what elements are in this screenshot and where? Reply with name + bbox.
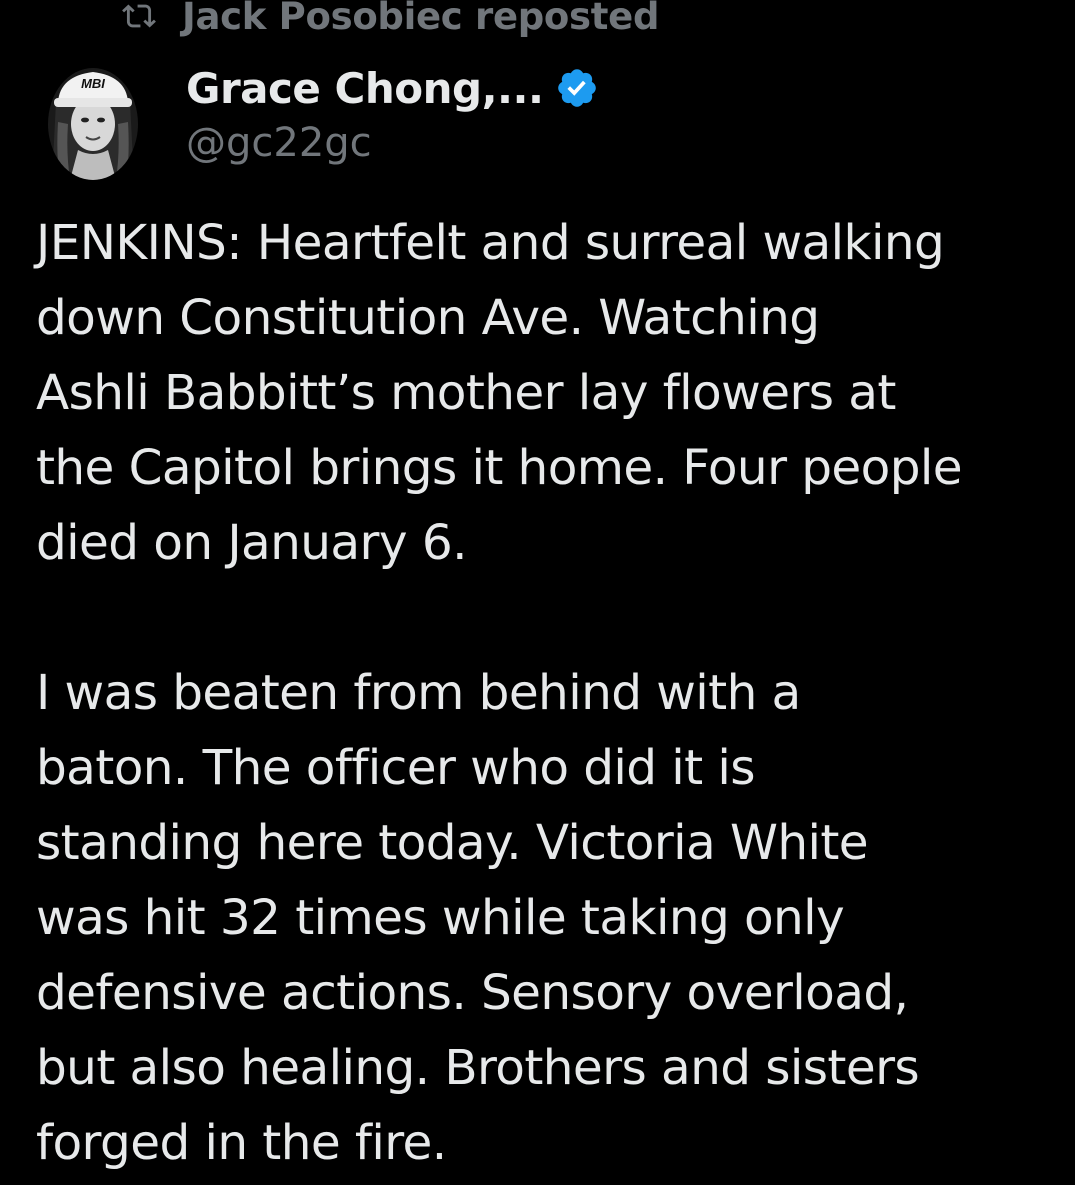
display-name[interactable]: Grace Chong,... — [186, 64, 544, 113]
avatar[interactable]: MBI — [48, 62, 138, 180]
tweet-paragraph-1: JENKINS: Heartfelt and surreal walking d… — [36, 206, 1066, 581]
tweet-text: JENKINS: Heartfelt and surreal walking d… — [36, 206, 1066, 1181]
text-line: standing here today. Victoria White — [36, 815, 869, 871]
repost-label: Jack Posobiec reposted — [182, 0, 660, 38]
text-line: Ashli Babbitt’s mother lay flowers at — [36, 365, 896, 421]
text-line: but also healing. Brothers and sisters — [36, 1040, 920, 1096]
text-line: baton. The officer who did it is — [36, 740, 756, 796]
text-line: JENKINS: Heartfelt and surreal walking — [36, 215, 945, 271]
handle[interactable]: @gc22gc — [186, 120, 599, 166]
text-line: died on January 6. — [36, 515, 467, 571]
avatar-image: MBI — [48, 68, 138, 180]
repost-icon — [122, 4, 156, 28]
text-line: the Capitol brings it home. Four people — [36, 440, 963, 496]
tweet-paragraph-2: I was beaten from behind with a baton. T… — [36, 656, 1066, 1181]
repost-header[interactable]: Jack Posobiec reposted — [118, 0, 659, 38]
name-row: Grace Chong,... — [186, 60, 599, 116]
verified-badge-icon — [558, 69, 597, 107]
text-line: down Constitution Ave. Watching — [36, 290, 820, 346]
author-info[interactable]: Grace Chong,... @gc22gc — [186, 60, 599, 166]
text-line: was hit 32 times while taking only — [36, 890, 845, 946]
text-line: forged in the fire. — [36, 1115, 447, 1171]
text-line: I was beaten from behind with a — [36, 665, 801, 721]
avatar-hat-text: MBI — [81, 76, 105, 91]
text-line: defensive actions. Sensory overload, — [36, 965, 909, 1021]
